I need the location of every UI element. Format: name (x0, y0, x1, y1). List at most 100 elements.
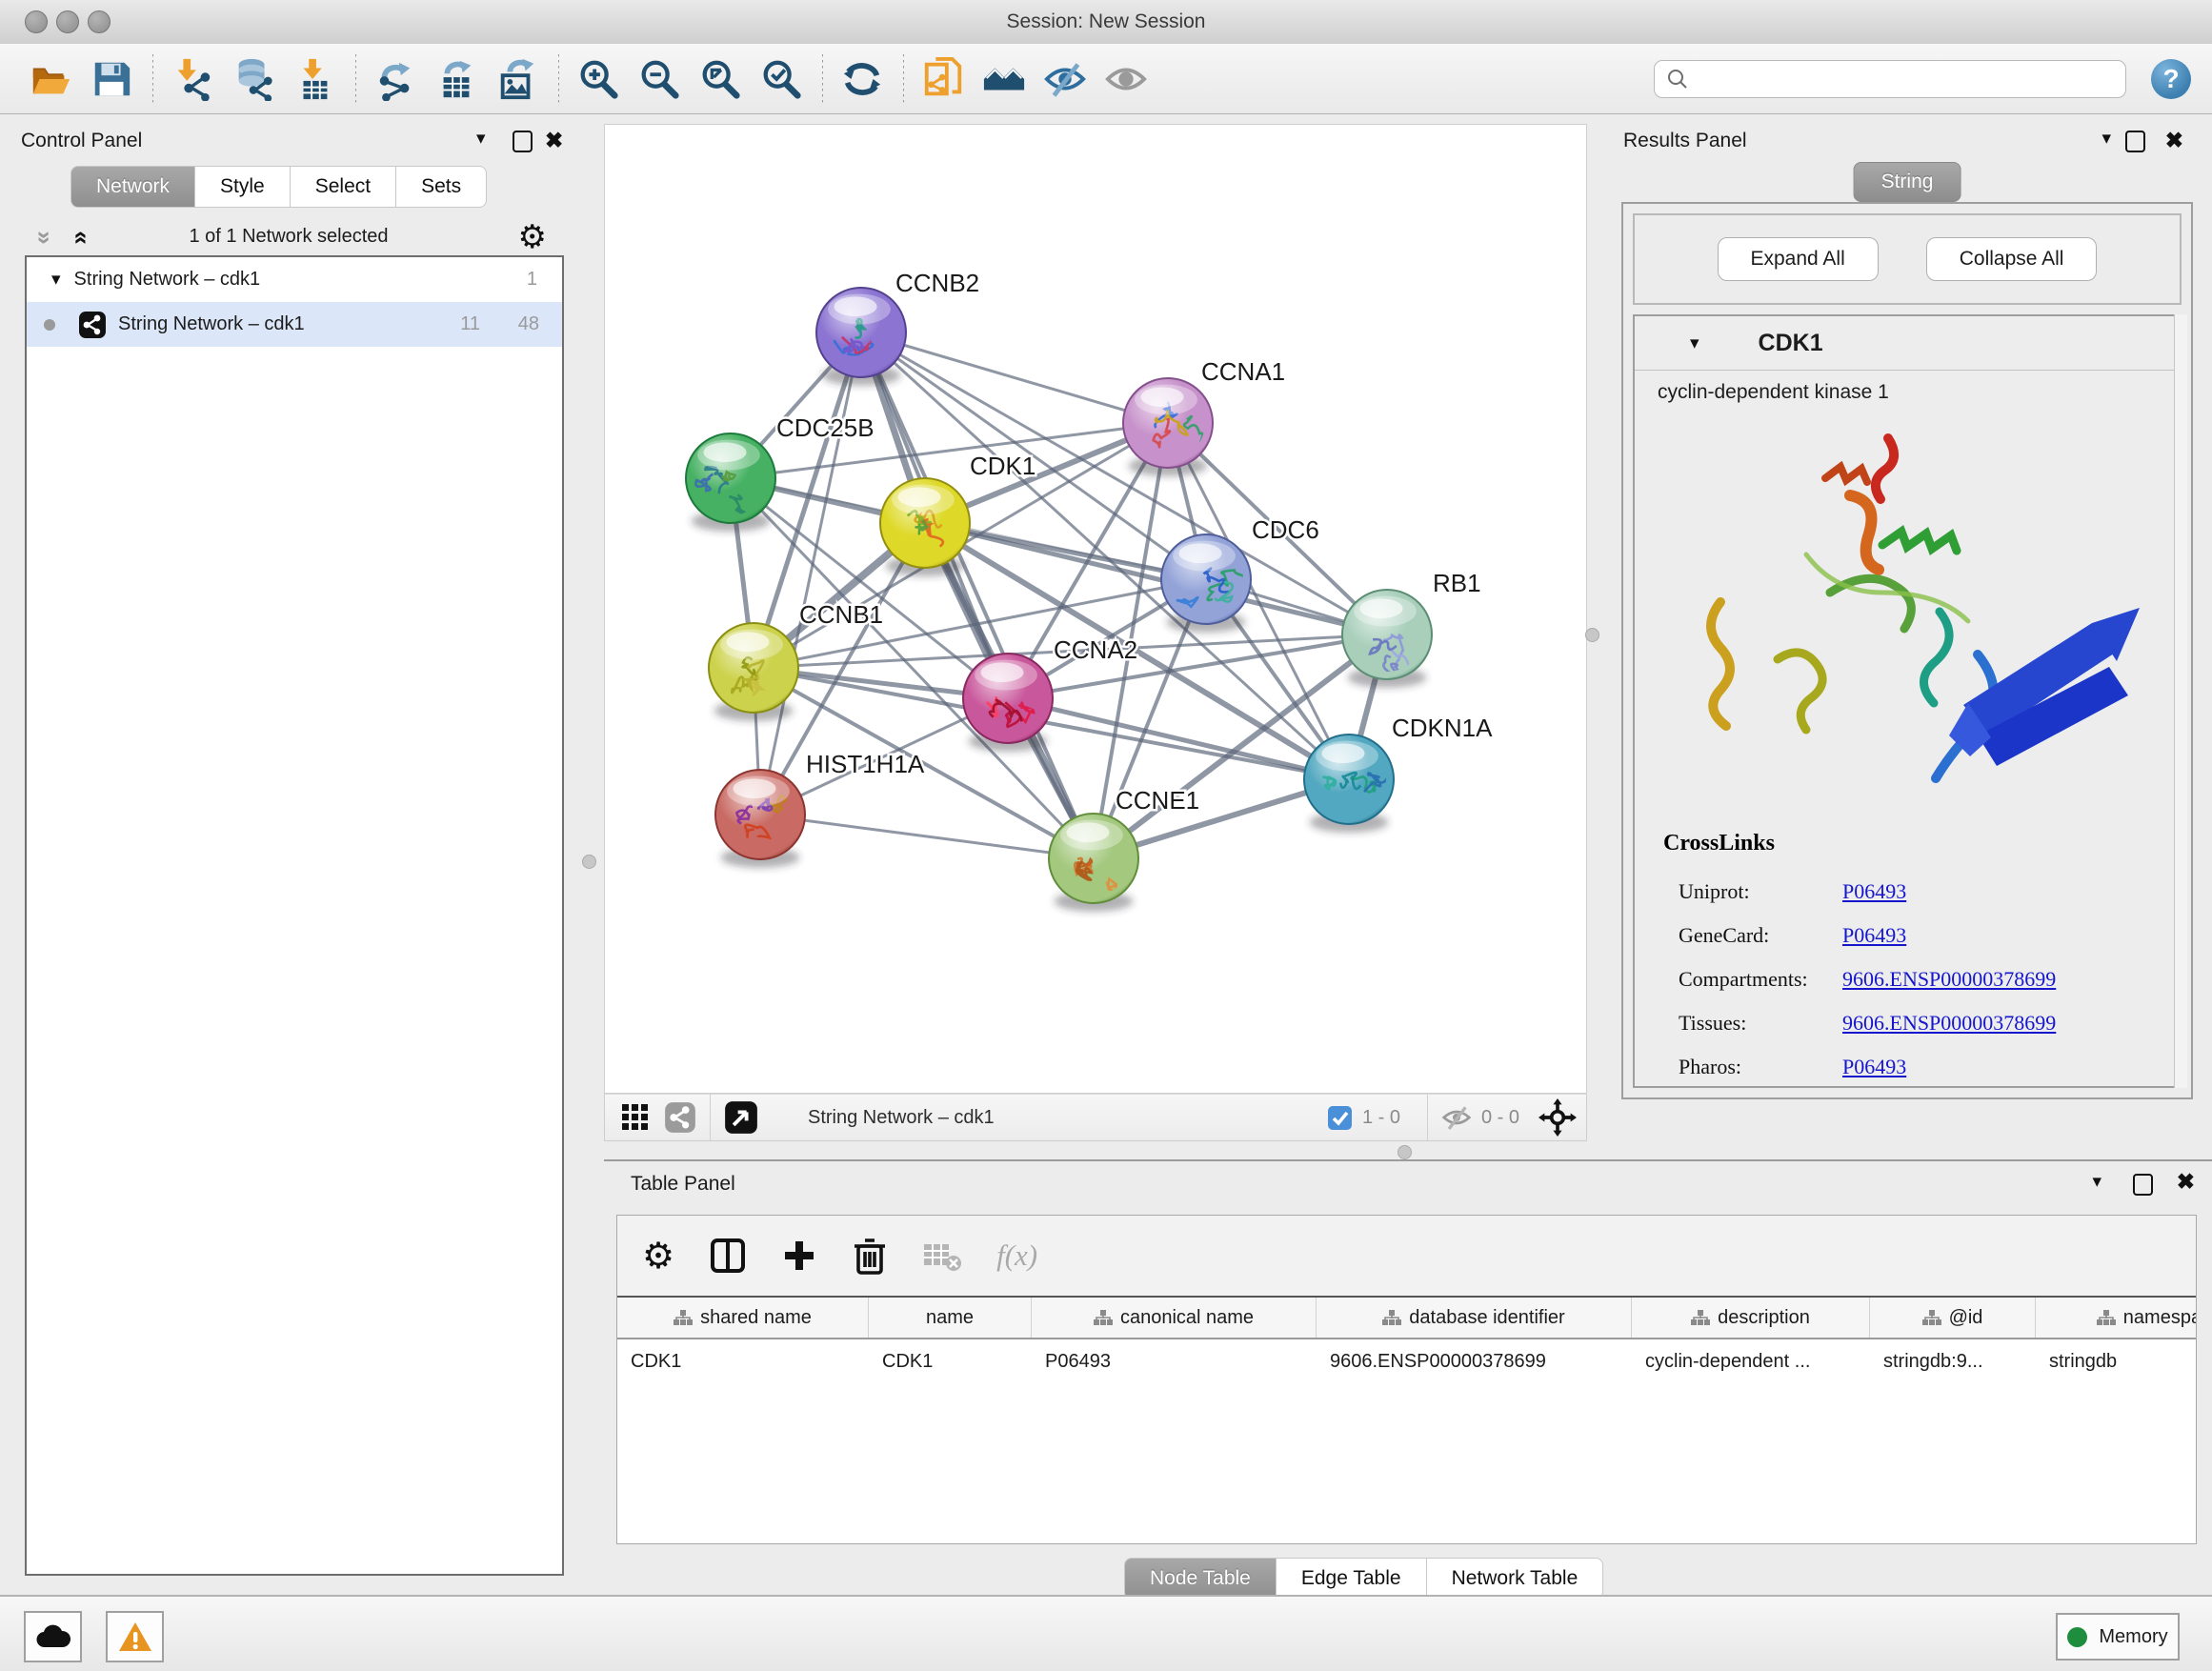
network-node-count: 11 (460, 313, 480, 335)
network-canvas[interactable]: CCNB2CCNA1CDC25BCDK1CDC6RB1CCNB1CCNA2CDK… (604, 124, 1587, 1094)
panel-close-icon[interactable]: ✖ (2165, 128, 2183, 153)
network-node-CCNE1[interactable] (1049, 814, 1138, 912)
panel-close-icon[interactable]: ✖ (2177, 1169, 2195, 1195)
add-column-icon[interactable] (781, 1238, 817, 1274)
home-icon[interactable] (978, 53, 1030, 105)
birdseye-toggle-crosshair-icon[interactable] (1538, 1098, 1577, 1137)
zoom-selected-icon[interactable] (755, 53, 807, 105)
network-node-HIST1H1A[interactable] (715, 770, 805, 868)
panel-menu-icon[interactable]: ▾ (476, 128, 486, 150)
network-edge[interactable] (861, 332, 1168, 423)
network-node-CCNB1[interactable] (709, 623, 798, 721)
table-cell[interactable]: P06493 (1032, 1339, 1317, 1383)
table-cell[interactable]: 9606.ENSP00000378699 (1317, 1339, 1632, 1383)
left-splitter-handle[interactable] (582, 855, 596, 869)
save-session-icon[interactable] (86, 53, 137, 105)
column-header-canonical-name[interactable]: canonical name (1032, 1298, 1317, 1338)
import-network-file-icon[interactable] (167, 53, 218, 105)
network-node-CCNA2[interactable] (963, 654, 1053, 752)
cloud-status-button[interactable] (24, 1611, 82, 1662)
warnings-button[interactable] (106, 1611, 164, 1662)
network-row[interactable]: String Network – cdk1 11 48 (27, 302, 562, 347)
node-label-CCNB2: CCNB2 (895, 269, 979, 297)
network-node-CCNA1[interactable] (1123, 378, 1213, 476)
hidden-eye-icon[interactable] (1441, 1102, 1472, 1133)
tab-network[interactable]: Network (70, 166, 195, 208)
column-header-shared-name[interactable]: shared name (617, 1298, 869, 1338)
column-header-description[interactable]: description (1632, 1298, 1870, 1338)
export-network-icon[interactable] (370, 53, 421, 105)
zoom-out-icon[interactable] (633, 53, 685, 105)
crosslink-link[interactable]: 9606.ENSP00000378699 (1842, 967, 2056, 992)
table-cell[interactable]: cyclin-dependent ... (1632, 1339, 1870, 1383)
network-share-icon[interactable] (664, 1101, 696, 1134)
horizontal-splitter-handle[interactable] (1398, 1145, 1412, 1159)
network-collection-row[interactable]: ▾ String Network – cdk1 1 (27, 257, 562, 302)
table-row[interactable]: CDK1CDK1P064939606.ENSP00000378699cyclin… (617, 1339, 2196, 1383)
crosslink-link[interactable]: 9606.ENSP00000378699 (1842, 1011, 2056, 1036)
tab-style[interactable]: Style (195, 166, 291, 208)
network-edge[interactable] (760, 815, 1094, 858)
column-header-@id[interactable]: @id (1870, 1298, 2036, 1338)
help-button[interactable]: ? (2151, 59, 2191, 99)
column-header-name[interactable]: name (869, 1298, 1032, 1338)
table-cell[interactable]: CDK1 (617, 1339, 869, 1383)
network-graph[interactable]: CCNB2CCNA1CDC25BCDK1CDC6RB1CCNB1CCNA2CDK… (605, 125, 1586, 1093)
tab-edge-table[interactable]: Edge Table (1277, 1558, 1427, 1600)
panel-float-icon[interactable] (2133, 1174, 2153, 1201)
hide-graphics-icon[interactable] (1039, 53, 1091, 105)
column-header-namespace[interactable]: namespace (2036, 1298, 2197, 1338)
network-node-CDKN1A[interactable] (1304, 735, 1394, 833)
table-cell[interactable]: stringdb:9... (1870, 1339, 2036, 1383)
show-graphics-icon[interactable] (1100, 53, 1152, 105)
table-cell[interactable]: CDK1 (869, 1339, 1032, 1383)
table-cell[interactable]: stringdb (2036, 1339, 2197, 1383)
expand-all-button[interactable]: Expand All (1718, 237, 1879, 281)
tab-sets[interactable]: Sets (396, 166, 487, 208)
selected-checkbox-icon[interactable] (1327, 1105, 1353, 1131)
import-network-database-icon[interactable] (228, 53, 279, 105)
network-node-RB1[interactable] (1342, 590, 1432, 688)
panel-float-icon[interactable] (2125, 131, 2145, 158)
export-image-icon[interactable] (492, 53, 543, 105)
crosslink-link[interactable]: P06493 (1842, 879, 1906, 904)
network-node-CCNB2[interactable] (816, 288, 906, 386)
panel-close-icon[interactable]: ✖ (545, 128, 563, 153)
column-header-database-identifier[interactable]: database identifier (1317, 1298, 1632, 1338)
results-scrollbar[interactable] (2174, 314, 2187, 1088)
panel-menu-icon[interactable]: ▾ (2101, 128, 2111, 150)
panel-float-icon[interactable] (513, 131, 533, 158)
import-table-file-icon[interactable] (289, 53, 340, 105)
crosslink-link[interactable]: P06493 (1842, 923, 1906, 948)
delete-column-icon[interactable] (852, 1237, 888, 1275)
tab-string[interactable]: String (1854, 162, 1961, 202)
clone-network-icon[interactable] (917, 53, 969, 105)
gene-collapse-icon[interactable]: ▾ (1690, 332, 1699, 354)
search-input[interactable] (1689, 62, 2125, 96)
table-options-gear-icon[interactable]: ⚙ (642, 1238, 674, 1274)
grid-view-icon[interactable] (620, 1102, 651, 1133)
tab-node-table[interactable]: Node Table (1124, 1558, 1277, 1600)
right-splitter-handle[interactable] (1585, 628, 1599, 642)
tab-select[interactable]: Select (291, 166, 396, 208)
network-node-CDC25B[interactable] (686, 433, 775, 532)
open-session-icon[interactable] (25, 53, 76, 105)
gene-section-header[interactable]: ▾ CDK1 (1635, 316, 2180, 371)
zoom-in-icon[interactable] (573, 53, 624, 105)
birdseye-view-icon[interactable] (724, 1100, 758, 1135)
network-options-gear-icon[interactable]: ⚙ (518, 221, 547, 253)
network-node-CDK1[interactable] (880, 478, 970, 576)
memory-button[interactable]: Memory (2056, 1613, 2180, 1661)
tab-network-table[interactable]: Network Table (1427, 1558, 1604, 1600)
export-table-icon[interactable] (431, 53, 482, 105)
network-edge[interactable] (861, 332, 1094, 858)
crosslink-link[interactable]: P06493 (1842, 1055, 1906, 1079)
refresh-layout-icon[interactable] (836, 53, 888, 105)
show-columns-icon[interactable] (709, 1237, 747, 1275)
collection-collapse-icon[interactable]: ▾ (51, 269, 61, 291)
panel-menu-icon[interactable]: ▾ (2092, 1171, 2101, 1193)
network-edge[interactable] (760, 332, 861, 815)
network-node-CDC6[interactable] (1161, 534, 1251, 633)
zoom-fit-icon[interactable] (694, 53, 746, 105)
collapse-all-button[interactable]: Collapse All (1926, 237, 2098, 281)
